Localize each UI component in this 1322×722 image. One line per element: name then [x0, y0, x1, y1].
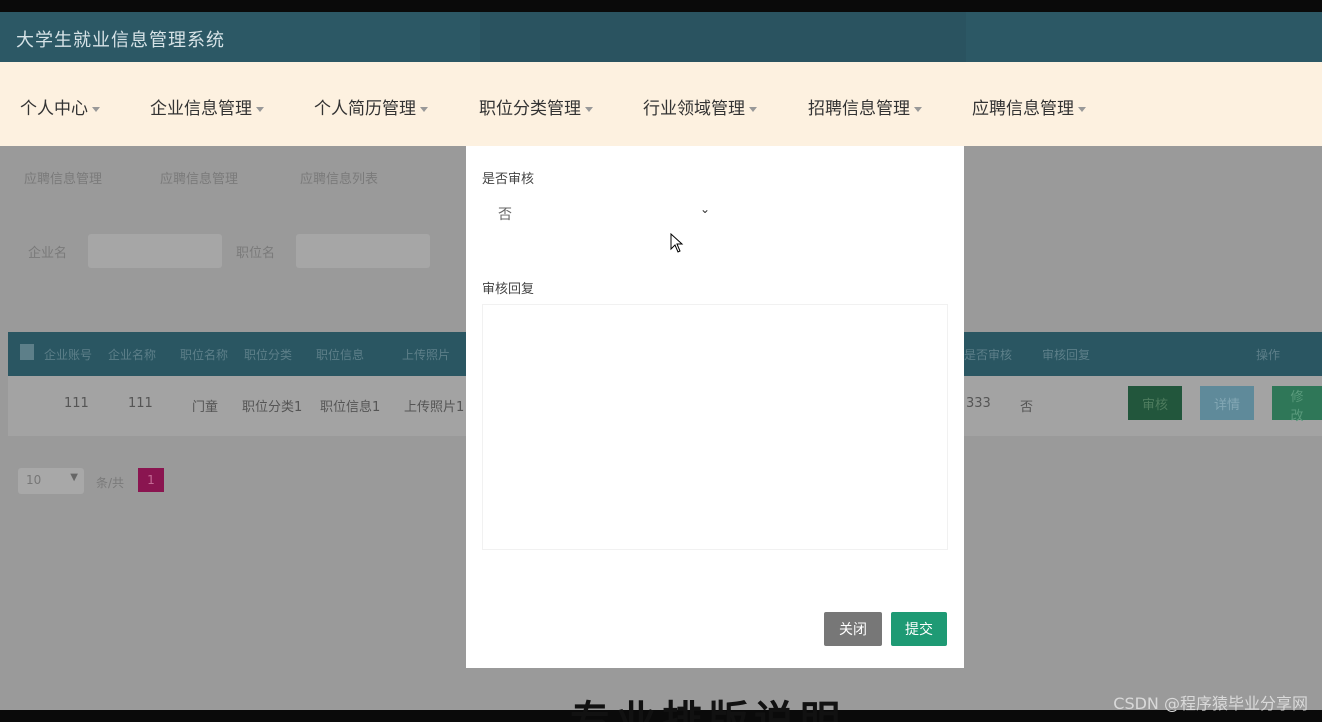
- close-button[interactable]: 关闭: [824, 612, 882, 646]
- nav-item-job-category[interactable]: 职位分类管理: [479, 94, 593, 119]
- cell-company-name: 111: [128, 396, 153, 411]
- breadcrumb-root: 应聘信息管理: [24, 172, 103, 187]
- caret-down-icon: [256, 106, 264, 112]
- pager-total-label: 条/共: [96, 476, 125, 490]
- csdn-watermark: CSDN @程序猿毕业分享网: [1113, 694, 1308, 713]
- video-frame-top: [0, 0, 1322, 12]
- search-label-position: 职位名: [236, 246, 276, 261]
- pager-current-page[interactable]: 1: [138, 468, 164, 492]
- app-title: 大学生就业信息管理系统: [16, 30, 225, 51]
- th-is-reviewed: 是否审核: [964, 348, 1013, 362]
- caret-down-icon: [1078, 106, 1086, 112]
- search-company-input[interactable]: [88, 234, 222, 268]
- cell-position-info: 职位信息1: [320, 400, 381, 415]
- modal-overlay-shade: [480, 12, 966, 62]
- caret-down-icon: [749, 106, 757, 112]
- edit-button[interactable]: 修改: [1272, 386, 1322, 423]
- nav-item-recruitment[interactable]: 招聘信息管理: [808, 94, 922, 119]
- cell-position-category: 职位分类1: [242, 400, 303, 415]
- caret-down-icon: [914, 106, 922, 112]
- review-reply-label: 审核回复: [482, 282, 535, 297]
- nav-item-personal-center[interactable]: 个人中心: [20, 94, 100, 119]
- review-status-value: 否: [498, 207, 512, 223]
- top-nav: 个人中心 企业信息管理 个人简历管理 职位分类管理 行业领域管理 招聘信息管理 …: [0, 62, 1322, 146]
- chevron-down-icon: ▼: [70, 472, 78, 483]
- select-all-checkbox[interactable]: [20, 344, 34, 360]
- th-position-info: 职位信息: [316, 348, 365, 362]
- detail-button[interactable]: 详情: [1200, 386, 1255, 420]
- search-label-company: 企业名: [28, 246, 68, 261]
- th-position-name: 职位名称: [180, 348, 229, 362]
- cell-company-account: 111: [64, 396, 89, 411]
- th-position-category: 职位分类: [244, 348, 293, 362]
- chevron-down-icon: ⌄: [699, 202, 710, 216]
- review-modal: 是否审核 否 ⌄ 审核回复 关闭 提交: [466, 146, 964, 668]
- caret-down-icon: [420, 106, 428, 112]
- review-reply-textarea[interactable]: [482, 304, 948, 550]
- submit-button[interactable]: 提交: [891, 612, 947, 646]
- breadcrumb-middle: 应聘信息管理: [160, 172, 239, 187]
- th-company-account: 企业账号: [44, 348, 93, 362]
- video-caption: 专业排版说明: [570, 698, 846, 722]
- page-size-select[interactable]: 10 ▼: [18, 468, 84, 494]
- cell-review-reply: 333: [966, 396, 991, 411]
- cell-position-name: 门童: [192, 400, 219, 415]
- nav-item-resume[interactable]: 个人简历管理: [314, 94, 428, 119]
- breadcrumb-current: 应聘信息列表: [300, 172, 379, 187]
- cell-upload-photo: 上传照片1: [404, 400, 465, 415]
- nav-item-application[interactable]: 应聘信息管理: [972, 94, 1086, 119]
- th-actions: 操作: [1256, 348, 1281, 362]
- mouse-cursor-icon: [670, 233, 684, 253]
- search-position-input[interactable]: [296, 234, 430, 268]
- th-company-name: 企业名称: [108, 348, 157, 362]
- th-upload-photo: 上传照片: [402, 348, 451, 362]
- nav-item-company-info[interactable]: 企业信息管理: [150, 94, 264, 119]
- review-button[interactable]: 审核: [1128, 386, 1183, 420]
- cell-is-reviewed: 否: [1020, 400, 1034, 415]
- review-status-label: 是否审核: [482, 172, 535, 187]
- th-review-reply: 审核回复: [1042, 348, 1091, 362]
- caret-down-icon: [585, 106, 593, 112]
- review-status-select[interactable]: 否 ⌄: [484, 198, 716, 228]
- nav-item-industry[interactable]: 行业领域管理: [643, 94, 757, 119]
- caret-down-icon: [92, 106, 100, 112]
